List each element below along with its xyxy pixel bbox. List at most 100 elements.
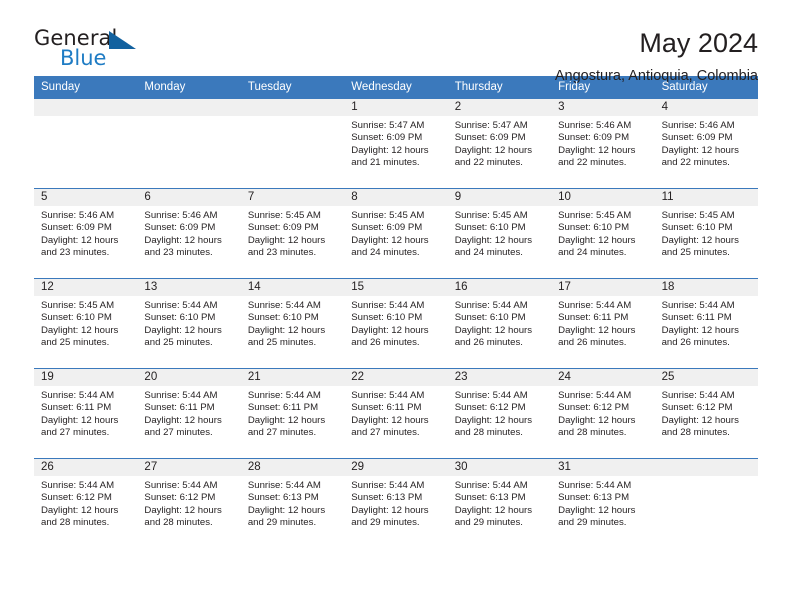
daylight-text-line1: Daylight: 12 hours bbox=[558, 414, 636, 426]
sunrise-text: Sunrise: 5:44 AM bbox=[41, 480, 115, 491]
sunset-text: Sunset: 6:10 PM bbox=[454, 222, 526, 234]
day-cell[interactable]: 27 Sunrise: 5:44 AM Sunset: 6:12 PM Dayl… bbox=[137, 459, 241, 548]
day-info: Sunrise: 5:44 AM Sunset: 6:10 PM Dayligh… bbox=[241, 296, 344, 349]
day-info: Sunrise: 5:44 AM Sunset: 6:12 PM Dayligh… bbox=[448, 386, 551, 439]
day-cell[interactable]: 7 Sunrise: 5:45 AM Sunset: 6:09 PM Dayli… bbox=[240, 189, 345, 278]
day-info: Sunrise: 5:45 AM Sunset: 6:10 PM Dayligh… bbox=[655, 206, 758, 259]
daylight-text-line2: and 27 minutes. bbox=[351, 426, 420, 438]
day-info: Sunrise: 5:44 AM Sunset: 6:12 PM Dayligh… bbox=[137, 476, 240, 529]
day-cell[interactable]: 26 Sunrise: 5:44 AM Sunset: 6:12 PM Dayl… bbox=[34, 459, 138, 548]
day-info: Sunrise: 5:44 AM Sunset: 6:10 PM Dayligh… bbox=[137, 296, 240, 349]
day-cell[interactable]: 2 Sunrise: 5:47 AM Sunset: 6:09 PM Dayli… bbox=[447, 99, 552, 188]
weekday-tuesday: Tuesday bbox=[247, 81, 292, 93]
day-cell[interactable]: 22 Sunrise: 5:44 AM Sunset: 6:11 PM Dayl… bbox=[344, 369, 448, 458]
daylight-text-line1: Daylight: 12 hours bbox=[41, 234, 119, 246]
day-cell[interactable]: 6 Sunrise: 5:46 AM Sunset: 6:09 PM Dayli… bbox=[137, 189, 241, 278]
sunrise-text: Sunrise: 5:47 AM bbox=[454, 120, 528, 131]
day-cell[interactable] bbox=[34, 99, 138, 188]
day-info bbox=[34, 116, 137, 120]
daylight-text-line1: Daylight: 12 hours bbox=[351, 144, 429, 156]
day-cell[interactable]: 3 Sunrise: 5:46 AM Sunset: 6:09 PM Dayli… bbox=[551, 99, 655, 188]
sunrise-text: Sunrise: 5:44 AM bbox=[661, 300, 735, 311]
day-number: 20 bbox=[137, 369, 241, 386]
day-info: Sunrise: 5:45 AM Sunset: 6:10 PM Dayligh… bbox=[448, 206, 551, 259]
sunset-text: Sunset: 6:11 PM bbox=[558, 312, 629, 324]
day-cell[interactable]: 28 Sunrise: 5:44 AM Sunset: 6:13 PM Dayl… bbox=[240, 459, 345, 548]
general-blue-logo[interactable]: General Blue bbox=[34, 28, 154, 74]
day-cell[interactable]: 1 Sunrise: 5:47 AM Sunset: 6:09 PM Dayli… bbox=[344, 99, 448, 188]
daylight-text-line2: and 25 minutes. bbox=[144, 336, 213, 348]
day-cell[interactable] bbox=[137, 99, 241, 188]
day-cell[interactable]: 4 Sunrise: 5:46 AM Sunset: 6:09 PM Dayli… bbox=[654, 99, 758, 188]
sunset-text: Sunset: 6:12 PM bbox=[558, 402, 630, 414]
daylight-text-line2: and 25 minutes. bbox=[41, 336, 110, 348]
day-cell[interactable]: 23 Sunrise: 5:44 AM Sunset: 6:12 PM Dayl… bbox=[447, 369, 552, 458]
daylight-text-line2: and 29 minutes. bbox=[558, 516, 627, 528]
daylight-text-line1: Daylight: 12 hours bbox=[247, 414, 326, 426]
sunrise-text: Sunrise: 5:44 AM bbox=[558, 300, 632, 311]
day-cell[interactable]: 14 Sunrise: 5:44 AM Sunset: 6:10 PM Dayl… bbox=[240, 279, 345, 368]
daylight-text-line1: Daylight: 12 hours bbox=[558, 144, 636, 156]
day-cell[interactable]: 17 Sunrise: 5:44 AM Sunset: 6:11 PM Dayl… bbox=[551, 279, 655, 368]
day-cell[interactable]: 9 Sunrise: 5:45 AM Sunset: 6:10 PM Dayli… bbox=[447, 189, 552, 278]
day-info bbox=[655, 476, 758, 480]
daylight-text-line1: Daylight: 12 hours bbox=[454, 414, 533, 426]
sunset-text: Sunset: 6:12 PM bbox=[661, 402, 733, 414]
day-number: 11 bbox=[654, 189, 758, 206]
daylight-text-line1: Daylight: 12 hours bbox=[351, 414, 429, 426]
day-cell[interactable]: 12 Sunrise: 5:45 AM Sunset: 6:10 PM Dayl… bbox=[34, 279, 138, 368]
day-cell[interactable]: 11 Sunrise: 5:45 AM Sunset: 6:10 PM Dayl… bbox=[654, 189, 758, 278]
day-number: 26 bbox=[34, 459, 138, 476]
sunset-text: Sunset: 6:10 PM bbox=[558, 222, 630, 234]
day-info: Sunrise: 5:47 AM Sunset: 6:09 PM Dayligh… bbox=[448, 116, 551, 169]
day-number bbox=[137, 99, 241, 116]
daylight-text-line1: Daylight: 12 hours bbox=[661, 144, 739, 156]
daylight-text-line1: Daylight: 12 hours bbox=[247, 324, 326, 336]
day-cell[interactable]: 16 Sunrise: 5:44 AM Sunset: 6:10 PM Dayl… bbox=[447, 279, 552, 368]
day-cell[interactable]: 19 Sunrise: 5:44 AM Sunset: 6:11 PM Dayl… bbox=[34, 369, 138, 458]
daylight-text-line2: and 27 minutes. bbox=[41, 426, 110, 438]
day-number: 19 bbox=[34, 369, 138, 386]
daylight-text-line2: and 28 minutes. bbox=[454, 426, 523, 438]
day-cell[interactable]: 8 Sunrise: 5:45 AM Sunset: 6:09 PM Dayli… bbox=[344, 189, 448, 278]
day-cell[interactable]: 18 Sunrise: 5:44 AM Sunset: 6:11 PM Dayl… bbox=[654, 279, 758, 368]
day-cell[interactable]: 20 Sunrise: 5:44 AM Sunset: 6:11 PM Dayl… bbox=[137, 369, 241, 458]
daylight-text-line2: and 25 minutes. bbox=[247, 336, 317, 348]
day-cell[interactable]: 25 Sunrise: 5:44 AM Sunset: 6:12 PM Dayl… bbox=[654, 369, 758, 458]
sunrise-text: Sunrise: 5:44 AM bbox=[454, 390, 528, 401]
week-row: 5 Sunrise: 5:46 AM Sunset: 6:09 PM Dayli… bbox=[34, 188, 758, 278]
sunset-text: Sunset: 6:13 PM bbox=[351, 492, 423, 504]
day-cell[interactable]: 13 Sunrise: 5:44 AM Sunset: 6:10 PM Dayl… bbox=[137, 279, 241, 368]
day-cell[interactable]: 24 Sunrise: 5:44 AM Sunset: 6:12 PM Dayl… bbox=[551, 369, 655, 458]
sunset-text: Sunset: 6:13 PM bbox=[558, 492, 630, 504]
daylight-text-line1: Daylight: 12 hours bbox=[351, 504, 429, 516]
day-number: 17 bbox=[551, 279, 655, 296]
day-number: 13 bbox=[137, 279, 241, 296]
daylight-text-line2: and 28 minutes. bbox=[558, 426, 627, 438]
day-cell[interactable]: 31 Sunrise: 5:44 AM Sunset: 6:13 PM Dayl… bbox=[551, 459, 655, 548]
day-cell[interactable] bbox=[240, 99, 345, 188]
daylight-text-line2: and 29 minutes. bbox=[454, 516, 523, 528]
day-cell[interactable]: 10 Sunrise: 5:45 AM Sunset: 6:10 PM Dayl… bbox=[551, 189, 655, 278]
sunrise-text: Sunrise: 5:45 AM bbox=[41, 300, 115, 311]
day-cell[interactable]: 15 Sunrise: 5:44 AM Sunset: 6:10 PM Dayl… bbox=[344, 279, 448, 368]
sunrise-text: Sunrise: 5:46 AM bbox=[41, 210, 115, 221]
day-cell[interactable]: 30 Sunrise: 5:44 AM Sunset: 6:13 PM Dayl… bbox=[447, 459, 552, 548]
day-number: 28 bbox=[240, 459, 345, 476]
daylight-text-line2: and 28 minutes. bbox=[41, 516, 110, 528]
day-cell[interactable]: 5 Sunrise: 5:46 AM Sunset: 6:09 PM Dayli… bbox=[34, 189, 138, 278]
day-cell[interactable]: 21 Sunrise: 5:44 AM Sunset: 6:11 PM Dayl… bbox=[240, 369, 345, 458]
sunset-text: Sunset: 6:09 PM bbox=[247, 222, 319, 234]
day-cell[interactable]: 29 Sunrise: 5:44 AM Sunset: 6:13 PM Dayl… bbox=[344, 459, 448, 548]
day-info: Sunrise: 5:44 AM Sunset: 6:13 PM Dayligh… bbox=[551, 476, 654, 529]
weekday-sunday: Sunday bbox=[41, 81, 81, 93]
day-info: Sunrise: 5:45 AM Sunset: 6:10 PM Dayligh… bbox=[34, 296, 137, 349]
day-cell[interactable] bbox=[654, 459, 758, 548]
daylight-text-line2: and 29 minutes. bbox=[351, 516, 420, 528]
sunset-text: Sunset: 6:12 PM bbox=[454, 402, 526, 414]
daylight-text-line2: and 26 minutes. bbox=[558, 336, 627, 348]
daylight-text-line1: Daylight: 12 hours bbox=[247, 234, 326, 246]
daylight-text-line2: and 24 minutes. bbox=[558, 246, 627, 258]
day-number: 1 bbox=[344, 99, 448, 116]
logo-triangle-icon bbox=[109, 31, 136, 49]
